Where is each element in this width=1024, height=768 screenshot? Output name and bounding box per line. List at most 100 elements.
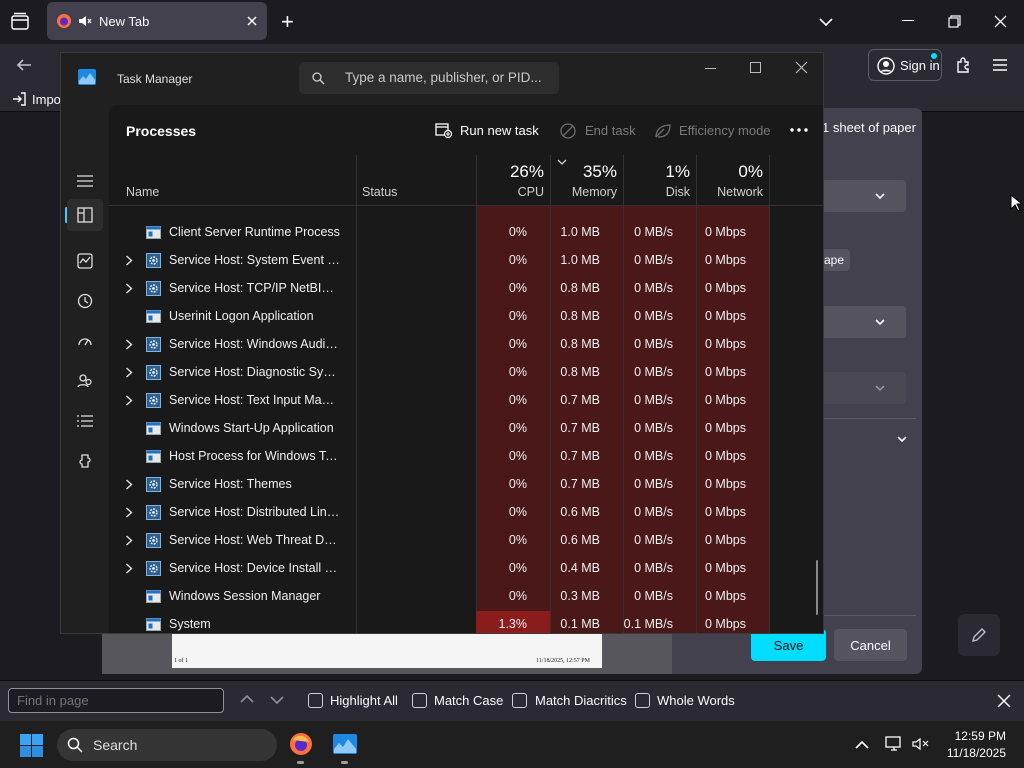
process-memory-value: 0.7 MB xyxy=(560,477,600,491)
sign-in-button[interactable]: Sign in xyxy=(868,49,942,81)
nav-processes-icon[interactable] xyxy=(67,199,103,231)
vertical-scrollbar[interactable] xyxy=(816,560,818,615)
nav-app-history-icon[interactable] xyxy=(67,285,103,317)
whole-words-label[interactable]: Whole Words xyxy=(657,693,735,708)
maximize-icon[interactable] xyxy=(750,62,761,73)
process-name: Client Server Runtime Process xyxy=(169,225,340,239)
expand-chevron-icon[interactable] xyxy=(125,367,133,378)
match-diacritics-checkbox[interactable] xyxy=(512,693,527,708)
highlight-all-label[interactable]: Highlight All xyxy=(330,693,398,708)
show-hidden-icons-chevron[interactable] xyxy=(855,740,869,749)
network-volume-icon[interactable] xyxy=(912,736,930,752)
find-previous-icon[interactable] xyxy=(240,694,254,704)
pencil-icon xyxy=(970,626,988,644)
table-row[interactable]: Service Host: Distributed Link ... 0% 0.6 … xyxy=(109,499,809,527)
notification-dot xyxy=(931,53,937,59)
table-row[interactable]: Windows Start-Up Application 0% 0.7 MB 0 MB… xyxy=(109,415,809,443)
taskbar-search-box[interactable]: Search xyxy=(57,729,277,761)
table-row[interactable]: Client Server Runtime Process 0% 1.0 MB 0 M… xyxy=(109,219,809,247)
edit-pencil-button[interactable] xyxy=(958,614,1000,656)
process-disk-value: 0 MB/s xyxy=(634,281,673,295)
table-row[interactable]: Service Host: Themes 0% 0.7 MB 0 MB/s 0 Mbps xyxy=(109,471,809,499)
column-header-disk[interactable]: 1% Disk xyxy=(623,155,696,205)
table-row[interactable]: Service Host: Device Install Ser... 0% 0.4… xyxy=(109,555,809,583)
table-row[interactable]: Windows Session Manager 0% 0.3 MB 0 MB/s 0 M… xyxy=(109,583,809,611)
process-memory-value: 0.1 MB xyxy=(560,617,600,631)
list-all-tabs-icon[interactable] xyxy=(10,12,30,32)
process-name: Host Process for Windows Tasks xyxy=(169,449,341,463)
back-arrow-icon[interactable] xyxy=(15,56,33,74)
minimize-icon[interactable] xyxy=(705,68,716,69)
table-row[interactable]: Host Process for Windows Tasks 0% 0.7 MB 0 … xyxy=(109,443,809,471)
process-name: Service Host: Themes xyxy=(169,477,292,491)
close-findbar-icon[interactable] xyxy=(997,694,1011,708)
column-header-status[interactable]: Status xyxy=(356,155,476,205)
nav-startup-apps-icon[interactable] xyxy=(67,325,103,357)
table-row[interactable]: Service Host: System Event No... 0% 1.0 MB… xyxy=(109,247,809,275)
process-network-value: 0 Mbps xyxy=(705,533,746,547)
destination-select[interactable] xyxy=(822,180,906,212)
expand-chevron-icon[interactable] xyxy=(125,563,133,574)
close-tab-icon[interactable] xyxy=(245,14,259,28)
close-icon[interactable] xyxy=(795,61,808,74)
search-box[interactable]: Type a name, publisher, or PID... xyxy=(299,62,559,94)
nav-users-icon[interactable] xyxy=(67,365,103,397)
table-row[interactable]: Service Host: Windows Audio ... 0% 0.8 MB 0… xyxy=(109,331,809,359)
more-options-icon[interactable] xyxy=(790,128,808,132)
table-row[interactable]: Service Host: Web Threat Defe... 0% 0.6 MB… xyxy=(109,527,809,555)
cancel-button[interactable]: Cancel xyxy=(834,629,907,661)
mouse-cursor-icon xyxy=(1010,194,1022,212)
clock-date[interactable]: 11/18/2025 xyxy=(934,746,1006,760)
windows-start-icon[interactable] xyxy=(20,734,43,757)
column-header-name[interactable]: Name xyxy=(109,155,356,205)
clock-time[interactable]: 12:59 PM xyxy=(944,729,1006,743)
column-header-memory[interactable]: 35% Memory xyxy=(550,155,623,205)
tab-new-tab[interactable]: New Tab xyxy=(47,2,267,40)
column-header-network[interactable]: 0% Network xyxy=(696,155,769,205)
firefox-taskbar-icon[interactable] xyxy=(289,732,313,756)
copies-select[interactable] xyxy=(822,372,906,404)
extensions-puzzle-icon[interactable] xyxy=(955,56,973,74)
match-case-checkbox[interactable] xyxy=(412,693,427,708)
match-case-label[interactable]: Match Case xyxy=(434,693,503,708)
expand-chevron-icon[interactable] xyxy=(125,395,133,406)
process-disk-value: 0 MB/s xyxy=(634,393,673,407)
end-task-icon xyxy=(560,123,576,139)
expand-chevron-icon[interactable] xyxy=(125,535,133,546)
expand-chevron-icon[interactable] xyxy=(125,255,133,266)
expand-chevron-icon[interactable] xyxy=(125,283,133,294)
close-window-icon[interactable] xyxy=(994,15,1007,28)
nav-details-icon[interactable] xyxy=(67,405,103,437)
hamburger-menu-icon[interactable] xyxy=(67,165,103,197)
table-row[interactable]: Userinit Logon Application 0% 0.8 MB 0 MB/s… xyxy=(109,303,809,331)
new-tab-button[interactable]: + xyxy=(281,9,294,35)
more-settings-chevron-icon[interactable] xyxy=(896,434,908,444)
orientation-landscape-option[interactable]: ape xyxy=(822,249,850,271)
table-row[interactable]: Service Host: Diagnostic Syste... 0% 0.8 M… xyxy=(109,359,809,387)
hamburger-menu-icon[interactable] xyxy=(992,58,1008,72)
table-row[interactable]: Service Host: Text Input Mana... 0% 0.7 MB… xyxy=(109,387,809,415)
muted-speaker-icon[interactable] xyxy=(78,14,92,28)
expand-chevron-icon[interactable] xyxy=(125,339,133,350)
expand-chevron-icon[interactable] xyxy=(125,479,133,490)
whole-words-checkbox[interactable] xyxy=(635,693,650,708)
restore-icon[interactable] xyxy=(948,15,961,28)
table-row[interactable]: System 1.3% 0.1 MB 0.1 MB/s 0 Mbps xyxy=(109,611,809,633)
process-cpu-value: 0% xyxy=(508,225,527,239)
task-manager-taskbar-icon[interactable] xyxy=(333,734,357,754)
table-row[interactable]: Service Host: TCP/IP NetBIOS ... 0% 0.8 MB… xyxy=(109,275,809,303)
match-diacritics-label[interactable]: Match Diacritics xyxy=(535,693,627,708)
expand-chevron-icon[interactable] xyxy=(125,507,133,518)
highlight-all-checkbox[interactable] xyxy=(308,693,323,708)
import-bookmarks-link[interactable]: Impo xyxy=(32,92,61,107)
minimize-icon[interactable] xyxy=(902,20,914,21)
process-rows: Client Server Runtime Process 0% 1.0 MB 0 M… xyxy=(109,207,823,633)
nav-performance-icon[interactable] xyxy=(67,245,103,277)
nav-services-icon[interactable] xyxy=(67,445,103,477)
column-header-cpu[interactable]: 26% CPU xyxy=(476,155,550,205)
find-next-icon[interactable] xyxy=(270,695,284,705)
chevron-down-icon[interactable] xyxy=(818,14,834,30)
monitor-icon[interactable] xyxy=(885,735,903,753)
pages-select[interactable] xyxy=(822,306,906,338)
find-input[interactable] xyxy=(8,688,224,713)
